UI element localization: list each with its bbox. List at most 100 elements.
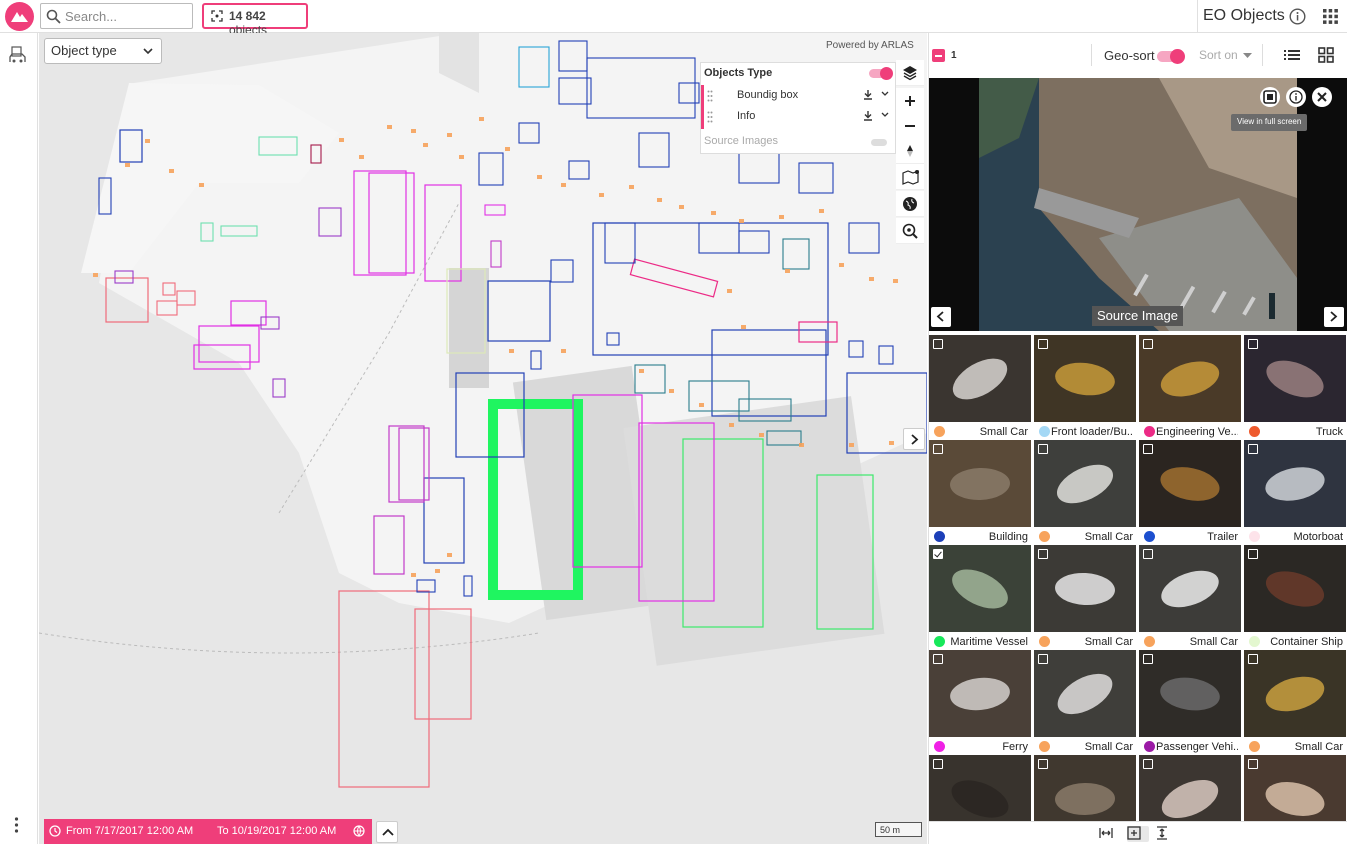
result-card[interactable]: Passenger Vehi... — [1139, 650, 1241, 753]
result-thumbnail[interactable] — [929, 650, 1031, 737]
result-thumbnail[interactable] — [1139, 440, 1241, 527]
result-checkbox[interactable] — [1248, 339, 1258, 349]
result-checkbox[interactable] — [1248, 654, 1258, 664]
fit-height-button[interactable] — [1156, 826, 1178, 842]
timeline-to[interactable]: To 10/19/2017 12:00 AM — [217, 825, 336, 837]
basemap-button[interactable] — [896, 164, 924, 190]
result-thumbnail[interactable] — [1244, 755, 1346, 821]
result-card[interactable]: Building — [929, 440, 1031, 543]
result-thumbnail[interactable] — [1244, 545, 1346, 632]
result-checkbox[interactable] — [933, 759, 943, 769]
result-checkbox[interactable] — [1143, 444, 1153, 454]
sort-on-select[interactable]: Sort on — [1199, 48, 1252, 62]
source-images-toggle[interactable] — [871, 139, 887, 146]
expand-panel-button[interactable] — [903, 428, 925, 450]
object-type-select[interactable]: Object type — [44, 38, 162, 64]
fit-width-button[interactable] — [1099, 826, 1121, 842]
result-thumbnail[interactable] — [929, 755, 1031, 821]
result-card[interactable] — [1034, 755, 1136, 821]
info-icon[interactable] — [1289, 8, 1306, 25]
result-card[interactable]: Front loader/Bu... — [1034, 335, 1136, 438]
apps-grid-icon[interactable] — [1323, 9, 1338, 24]
result-thumbnail[interactable] — [1244, 650, 1346, 737]
result-checkbox[interactable] — [933, 444, 943, 454]
result-thumbnail[interactable] — [1244, 335, 1346, 422]
drag-handle-icon[interactable] — [707, 111, 713, 123]
result-checkbox[interactable] — [1143, 759, 1153, 769]
result-thumbnail[interactable] — [929, 335, 1031, 422]
result-card[interactable]: Container Ship — [1244, 545, 1346, 648]
timeline-expand-button[interactable] — [376, 821, 398, 843]
fit-both-button[interactable] — [1127, 826, 1149, 842]
result-card[interactable]: Small Car — [1034, 650, 1136, 753]
previous-image-button[interactable] — [931, 307, 951, 327]
more-vert-icon[interactable] — [14, 817, 19, 833]
result-thumbnail[interactable] — [1139, 755, 1241, 821]
vehicle-icon[interactable] — [9, 46, 29, 64]
chevron-down-icon[interactable] — [881, 91, 889, 97]
result-checkbox[interactable] — [1248, 444, 1258, 454]
result-checkbox[interactable] — [1038, 339, 1048, 349]
select-all-checkbox[interactable] — [932, 49, 945, 62]
download-icon[interactable] — [863, 89, 873, 100]
geo-sort-toggle[interactable] — [1157, 49, 1185, 64]
result-thumbnail[interactable] — [1139, 545, 1241, 632]
search-input[interactable]: Search... — [65, 9, 117, 24]
powered-by-label[interactable]: Powered by ARLAS — [826, 40, 914, 51]
result-checkbox[interactable] — [1038, 444, 1048, 454]
arlas-logo[interactable] — [5, 2, 34, 31]
layers-button[interactable] — [896, 60, 924, 86]
result-checkbox[interactable] — [1248, 759, 1258, 769]
result-thumbnail[interactable] — [1034, 545, 1136, 632]
result-card[interactable]: Small Car — [1034, 440, 1136, 543]
globe-button[interactable] — [896, 191, 924, 217]
fullscreen-button[interactable] — [1260, 87, 1280, 107]
result-thumbnail[interactable] — [1034, 335, 1136, 422]
map-view[interactable]: Object type Powered by ARLAS Objects Typ… — [39, 33, 927, 844]
search-box[interactable]: Search... — [40, 3, 193, 29]
map-canvas[interactable] — [39, 33, 927, 844]
result-card[interactable]: Maritime Vessel — [929, 545, 1031, 648]
result-checkbox[interactable] — [1143, 549, 1153, 559]
result-thumbnail[interactable] — [1034, 440, 1136, 527]
timeline-bar[interactable]: From 7/17/2017 12:00 AM To 10/19/2017 12… — [44, 819, 372, 844]
drag-handle-icon[interactable] — [707, 90, 713, 102]
result-checkbox[interactable] — [1038, 549, 1048, 559]
timeline-from[interactable]: From 7/17/2017 12:00 AM — [66, 825, 193, 837]
layer-group-toggle[interactable] — [869, 67, 893, 80]
globe-icon[interactable] — [353, 825, 365, 837]
compass-button[interactable] — [896, 138, 924, 164]
result-checkbox[interactable] — [1038, 654, 1048, 664]
object-count-chip[interactable]: 14 842 objects — [202, 3, 308, 37]
download-icon[interactable] — [863, 110, 873, 121]
result-thumbnail[interactable] — [929, 440, 1031, 527]
chevron-down-icon[interactable] — [881, 112, 889, 118]
result-card[interactable]: Small Car — [1244, 650, 1346, 753]
result-card[interactable]: Small Car — [1139, 545, 1241, 648]
result-thumbnail[interactable] — [1034, 650, 1136, 737]
zoom-in-button[interactable] — [896, 88, 924, 114]
result-card[interactable]: Small Car — [1034, 545, 1136, 648]
result-card[interactable]: Engineering Ve... — [1139, 335, 1241, 438]
image-info-button[interactable] — [1286, 87, 1306, 107]
close-preview-button[interactable] — [1312, 87, 1332, 107]
result-thumbnail[interactable] — [1139, 335, 1241, 422]
result-checkbox[interactable] — [1143, 339, 1153, 349]
result-thumbnail[interactable] — [1244, 440, 1346, 527]
result-card[interactable]: Truck — [1244, 335, 1346, 438]
zoom-out-button[interactable] — [896, 113, 924, 139]
result-checkbox[interactable] — [1038, 759, 1048, 769]
result-thumbnail[interactable] — [929, 545, 1031, 632]
result-checkbox[interactable] — [1248, 549, 1258, 559]
list-view-icon[interactable] — [1284, 48, 1300, 62]
result-card[interactable] — [1139, 755, 1241, 821]
result-card[interactable]: Trailer — [1139, 440, 1241, 543]
layer-row-info[interactable]: Info — [707, 107, 893, 127]
result-thumbnail[interactable] — [1034, 755, 1136, 821]
result-checkbox[interactable] — [1143, 654, 1153, 664]
result-checkbox[interactable] — [933, 654, 943, 664]
grid-view-icon[interactable] — [1318, 47, 1334, 63]
result-card[interactable] — [1244, 755, 1346, 821]
result-card[interactable]: Ferry — [929, 650, 1031, 753]
source-image-preview[interactable]: View in full screen Source Image — [929, 78, 1347, 331]
